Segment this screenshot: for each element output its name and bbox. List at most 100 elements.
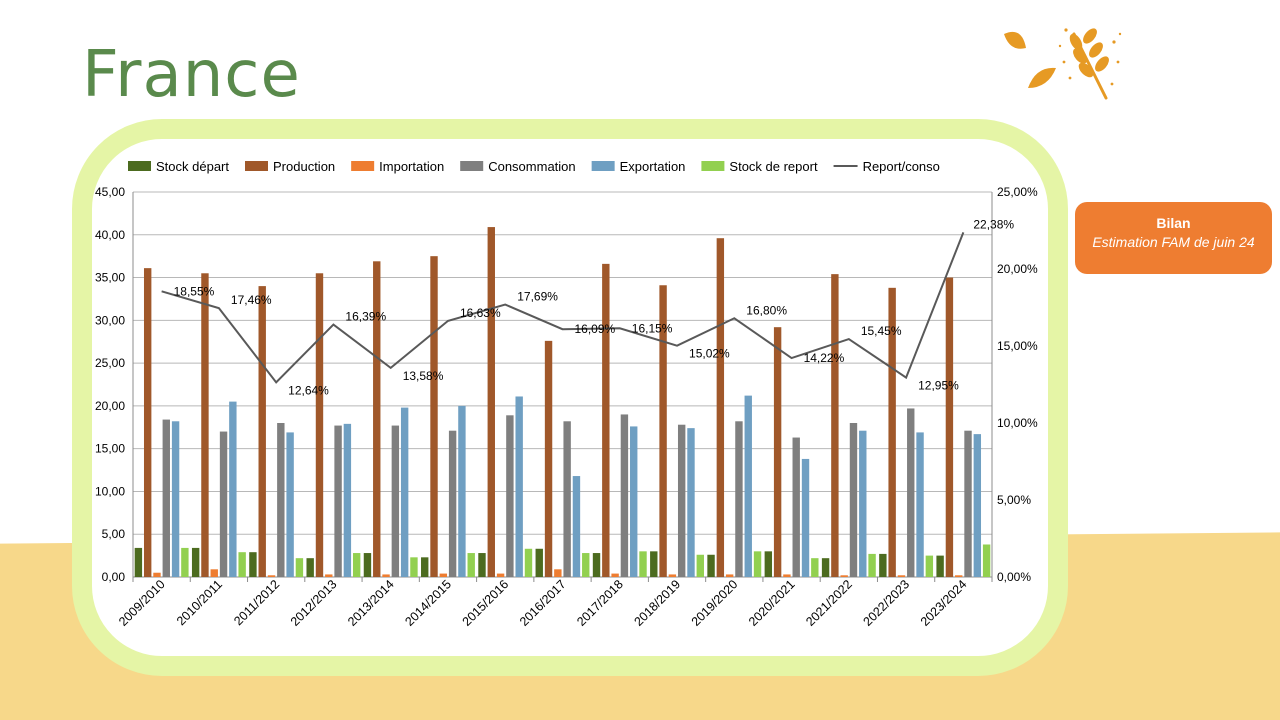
legend-label: Exportation <box>620 159 686 174</box>
y-left-tick-label: 45,00 <box>95 185 125 199</box>
bar <box>821 558 830 577</box>
bar <box>421 557 429 577</box>
legend-label: Stock de report <box>729 159 818 174</box>
bar <box>430 256 438 577</box>
x-tick-label: 2019/2020 <box>689 577 741 629</box>
bar <box>554 569 562 577</box>
bar <box>478 553 486 577</box>
legend-label: Stock départ <box>156 159 229 174</box>
bar <box>191 547 200 577</box>
data-label: 12,64% <box>288 383 329 397</box>
y-left-tick-label: 15,00 <box>95 442 125 456</box>
y-right-tick-label: 15,00% <box>997 339 1038 353</box>
y-left-tick-label: 35,00 <box>95 271 125 285</box>
data-label: 17,46% <box>231 293 272 307</box>
legend-swatch <box>351 161 375 171</box>
data-label: 16,09% <box>575 322 616 336</box>
y-right-tick-label: 5,00% <box>997 493 1031 507</box>
data-label: 16,39% <box>345 310 386 324</box>
bar <box>973 434 982 577</box>
y-left-tick-label: 40,00 <box>95 228 125 242</box>
x-tick-label: 2010/2011 <box>174 577 225 628</box>
x-tick-label: 2011/2012 <box>231 577 282 628</box>
bar <box>831 274 839 577</box>
bar <box>773 327 782 577</box>
data-label: 13,58% <box>403 369 444 383</box>
bar <box>219 431 228 577</box>
bar <box>582 553 590 577</box>
bar <box>363 553 372 577</box>
bar <box>229 401 237 577</box>
x-tick-label: 2020/2021 <box>746 577 798 629</box>
bar <box>210 569 218 577</box>
bar <box>696 554 704 577</box>
bar <box>400 407 409 577</box>
bar <box>458 405 466 577</box>
bar <box>258 286 266 577</box>
x-tick-label: 2013/2014 <box>345 577 397 629</box>
data-label: 14,22% <box>804 351 845 365</box>
bar <box>352 553 361 577</box>
bar <box>801 458 810 577</box>
x-tick-label: 2009/2010 <box>116 577 168 629</box>
data-label: 15,45% <box>861 324 902 338</box>
bar <box>639 551 647 577</box>
bar <box>162 419 170 577</box>
y-left-tick-label: 30,00 <box>95 313 125 327</box>
bar <box>744 395 752 577</box>
bar <box>925 555 934 577</box>
x-tick-label: 2017/2018 <box>574 577 626 629</box>
bar <box>325 574 333 577</box>
x-tick-label: 2023/2024 <box>918 577 970 629</box>
legend-swatch <box>460 161 484 171</box>
y-right-tick-label: 20,00% <box>997 262 1038 276</box>
data-label: 22,38% <box>973 217 1014 231</box>
bar <box>181 547 189 577</box>
x-tick-label: 2015/2016 <box>460 577 512 629</box>
bar <box>535 548 543 577</box>
legend-swatch <box>128 161 151 171</box>
bar <box>277 423 285 577</box>
bar <box>467 553 475 577</box>
bar <box>964 430 972 577</box>
bar <box>735 421 743 577</box>
bar <box>295 558 304 577</box>
x-tick-label: 2016/2017 <box>517 577 569 629</box>
legend-swatch <box>591 161 615 171</box>
bar <box>391 425 400 577</box>
bar <box>524 548 533 577</box>
y-left-tick-label: 20,00 <box>95 399 125 413</box>
data-label: 18,55% <box>174 284 215 298</box>
bar <box>315 273 324 577</box>
bar <box>650 551 658 577</box>
x-tick-label: 2012/2013 <box>288 577 340 629</box>
bar <box>936 555 944 577</box>
bar <box>496 573 505 577</box>
data-label: 16,63% <box>460 306 501 320</box>
x-tick-label: 2014/2015 <box>402 577 454 629</box>
bar <box>668 574 677 577</box>
bar <box>811 558 819 577</box>
y-left-tick-label: 10,00 <box>95 484 125 498</box>
bar <box>611 573 619 577</box>
bar <box>382 574 390 577</box>
bar <box>687 428 695 577</box>
bar <box>334 425 342 577</box>
data-label: 15,02% <box>689 347 730 361</box>
bar <box>764 551 773 577</box>
legend-label: Consommation <box>488 159 575 174</box>
data-label: 16,15% <box>632 321 673 335</box>
bar <box>677 424 686 577</box>
bar <box>448 430 457 577</box>
bar <box>506 415 514 577</box>
y-right-tick-label: 25,00% <box>997 185 1038 199</box>
bar <box>620 414 629 577</box>
data-label: 16,80% <box>746 303 787 317</box>
x-tick-label: 2022/2023 <box>861 577 913 629</box>
bar <box>630 426 638 577</box>
legend-swatch <box>701 161 725 171</box>
legend-label: Importation <box>379 159 444 174</box>
legend-swatch <box>245 161 268 171</box>
chart: 0,00 5,00 10,00 15,00 20,00 25,00 30,00 35,00 40… <box>95 159 1038 629</box>
x-tick-label: 2018/2019 <box>631 577 683 629</box>
